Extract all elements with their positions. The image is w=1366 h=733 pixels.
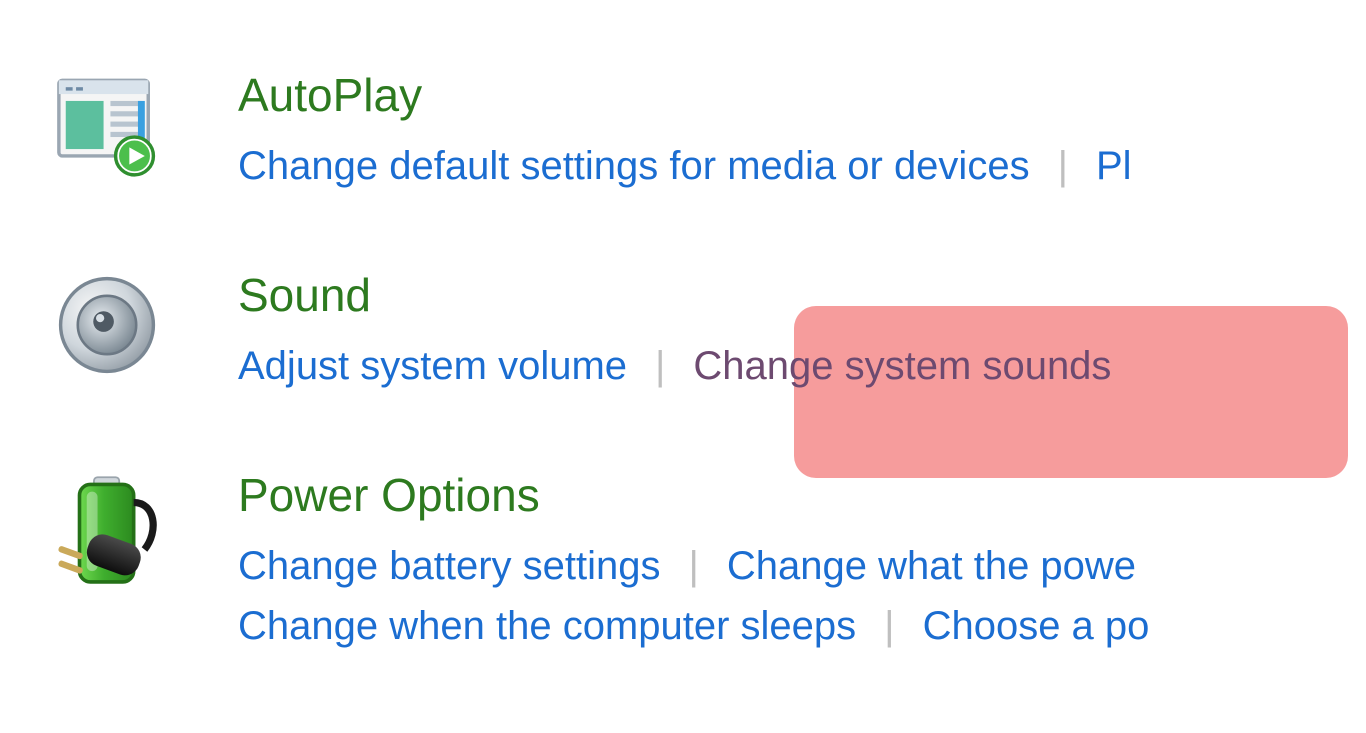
- category-sound: Sound Adjust system volume | Change syst…: [52, 270, 1366, 393]
- link-change-when-computer-sleeps[interactable]: Change when the computer sleeps: [238, 599, 856, 653]
- power-options-icon[interactable]: [52, 470, 182, 600]
- control-panel-fragment: AutoPlay Change default settings for med…: [0, 0, 1366, 733]
- link-choose-power-plan[interactable]: Choose a po: [923, 599, 1150, 653]
- category-title-power-options[interactable]: Power Options: [238, 470, 1366, 521]
- category-autoplay: AutoPlay Change default settings for med…: [52, 70, 1366, 193]
- separator: |: [1058, 146, 1068, 186]
- category-power-options: Power Options Change battery settings | …: [52, 470, 1366, 653]
- link-partial-pl[interactable]: Pl: [1096, 139, 1132, 193]
- category-title-autoplay[interactable]: AutoPlay: [238, 70, 1366, 121]
- link-change-battery-settings[interactable]: Change battery settings: [238, 539, 660, 593]
- link-change-what-power-buttons[interactable]: Change what the powe: [727, 539, 1136, 593]
- sound-icon[interactable]: [52, 270, 182, 380]
- category-title-sound[interactable]: Sound: [238, 270, 1366, 321]
- link-change-system-sounds[interactable]: Change system sounds: [693, 339, 1111, 393]
- separator: |: [655, 346, 665, 386]
- link-adjust-system-volume[interactable]: Adjust system volume: [238, 339, 627, 393]
- autoplay-icon[interactable]: [52, 70, 182, 180]
- separator: |: [884, 606, 894, 646]
- link-change-default-media[interactable]: Change default settings for media or dev…: [238, 139, 1030, 193]
- separator: |: [688, 546, 698, 586]
